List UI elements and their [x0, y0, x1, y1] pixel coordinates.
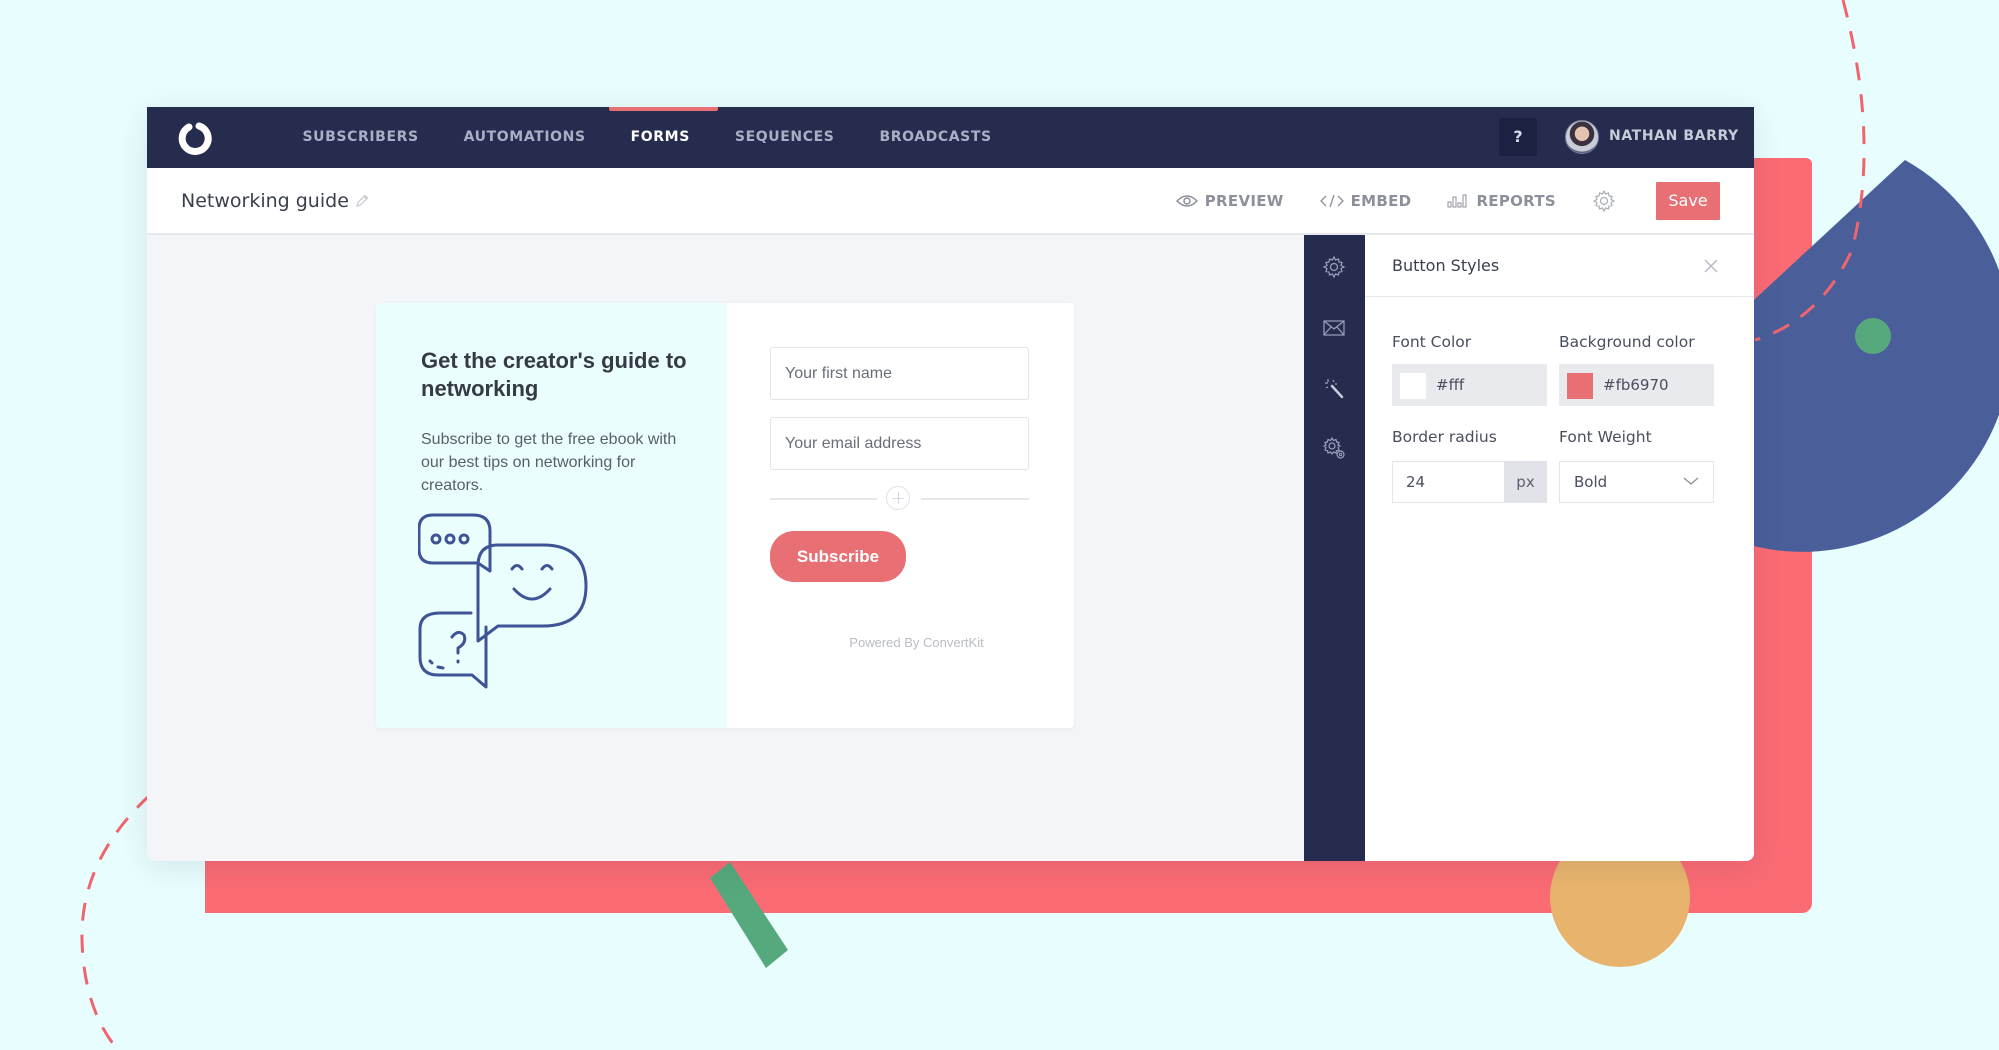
background-color-value: #fb6970 — [1603, 376, 1669, 394]
help-button[interactable]: ? — [1499, 118, 1537, 156]
magic-wand-icon[interactable] — [1322, 376, 1346, 400]
code-icon — [1319, 194, 1344, 207]
preview-button[interactable]: PREVIEW — [1175, 191, 1284, 210]
nav-item-sequences[interactable]: SEQUENCES — [712, 107, 857, 168]
font-weight-select[interactable]: Bold — [1559, 461, 1714, 503]
save-button[interactable]: Save — [1656, 181, 1720, 220]
form-description[interactable]: Subscribe to get the free ebook with our… — [421, 428, 681, 497]
add-field-row — [770, 486, 1029, 512]
background-color-swatch — [1567, 373, 1593, 399]
eye-icon — [1175, 194, 1198, 207]
reports-button[interactable]: REPORTS — [1447, 192, 1556, 210]
envelope-icon[interactable] — [1322, 316, 1346, 340]
font-color-picker[interactable]: #fff — [1392, 364, 1547, 406]
nav-item-automations[interactable]: AUTOMATIONS — [441, 107, 608, 168]
font-weight-label: Font Weight — [1559, 428, 1652, 446]
app-window: SUBSCRIBERS AUTOMATIONS FORMS SEQUENCES … — [147, 107, 1754, 861]
reports-label: REPORTS — [1476, 191, 1556, 210]
nav-item-broadcasts[interactable]: BROADCASTS — [857, 107, 1014, 168]
decorative-dashed-arc-left — [80, 793, 152, 1050]
avatar[interactable] — [1565, 120, 1599, 154]
bar-chart-icon — [1447, 194, 1467, 207]
font-color-label: Font Color — [1392, 333, 1472, 351]
embed-label: EMBED — [1350, 191, 1412, 210]
panel-title: Button Styles — [1392, 256, 1500, 275]
nav-item-subscribers[interactable]: SUBSCRIBERS — [280, 107, 441, 168]
font-color-swatch — [1400, 373, 1426, 399]
background-color-picker[interactable]: #fb6970 — [1559, 364, 1714, 406]
border-radius-label: Border radius — [1392, 428, 1497, 446]
form-toolbar: Networking guide PREVIEW EMBED REPORTS S… — [147, 168, 1754, 235]
form-heading[interactable]: Get the creator's guide to networking — [421, 347, 701, 403]
email-input[interactable] — [770, 417, 1029, 470]
main-nav: SUBSCRIBERS AUTOMATIONS FORMS SEQUENCES … — [280, 107, 1014, 168]
pencil-icon[interactable] — [354, 193, 370, 209]
nav-item-forms[interactable]: FORMS — [608, 107, 719, 168]
close-icon[interactable] — [1704, 259, 1718, 273]
font-weight-value: Bold — [1574, 473, 1608, 491]
gear-icon — [1592, 189, 1616, 212]
divider-line — [921, 498, 1029, 500]
chevron-down-icon — [1683, 477, 1699, 485]
subscribe-button[interactable]: Subscribe — [770, 531, 906, 582]
form-fields-column: Subscribe Powered By ConvertKit — [727, 303, 1074, 728]
border-radius-input[interactable] — [1392, 461, 1504, 503]
form-actions: PREVIEW EMBED REPORTS Save — [1175, 168, 1754, 233]
editor-icon-rail — [1304, 235, 1365, 861]
settings-button[interactable] — [1592, 189, 1616, 213]
advanced-settings-icon[interactable] — [1322, 436, 1346, 460]
first-name-input[interactable] — [770, 347, 1029, 400]
top-navigation: SUBSCRIBERS AUTOMATIONS FORMS SEQUENCES … — [147, 107, 1754, 168]
form-canvas: Get the creator's guide to networking Su… — [147, 235, 1304, 861]
form-info-column: Get the creator's guide to networking Su… — [376, 303, 727, 728]
decorative-green-dot — [1855, 318, 1891, 354]
panel-header: Button Styles — [1365, 235, 1754, 297]
convertkit-logo-icon[interactable] — [177, 119, 215, 157]
user-name[interactable]: NATHAN BARRY — [1609, 107, 1739, 168]
embed-button[interactable]: EMBED — [1319, 191, 1412, 210]
decorative-green-bar — [710, 862, 788, 968]
chat-bubbles-icon[interactable] — [418, 511, 598, 691]
powered-by-text[interactable]: Powered By ConvertKit — [727, 635, 1074, 650]
preview-label: PREVIEW — [1204, 191, 1284, 210]
form-title[interactable]: Networking guide — [181, 168, 349, 235]
gear-icon[interactable] — [1322, 255, 1346, 279]
button-styles-panel: Button Styles Font Color Background colo… — [1365, 235, 1754, 861]
font-color-value: #fff — [1436, 376, 1465, 394]
border-radius-unit: px — [1504, 461, 1547, 503]
add-field-icon[interactable] — [886, 486, 910, 510]
form-preview-card: Get the creator's guide to networking Su… — [376, 303, 1074, 728]
background-color-label: Background color — [1559, 333, 1695, 351]
divider-line — [770, 498, 877, 500]
